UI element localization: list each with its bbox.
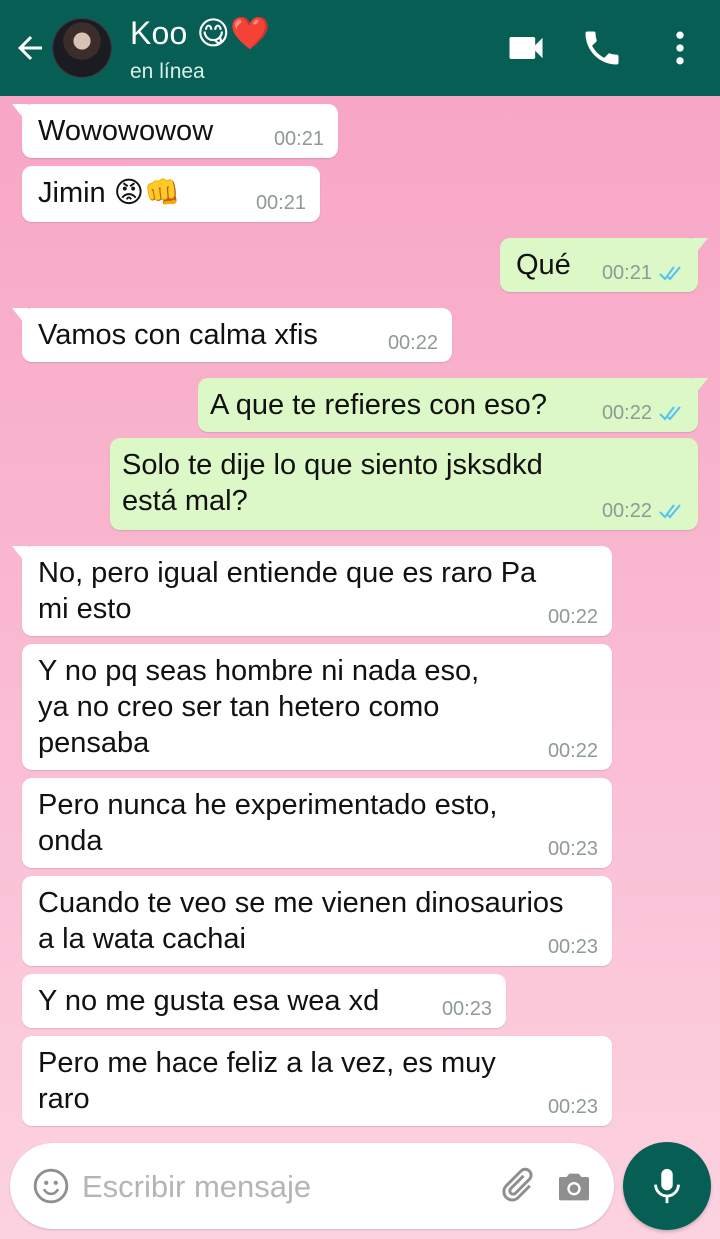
message-bubble-incoming[interactable]: Y no me gusta esa wea xd 00:23 xyxy=(22,974,506,1028)
message-bubble-incoming[interactable]: Jimin 😡👊 00:21 xyxy=(22,166,320,222)
message-time: 00:22 xyxy=(547,606,598,628)
message-text: Y no me gusta esa wea xd xyxy=(38,985,380,1017)
message-input[interactable]: Escribir mensaje xyxy=(82,1169,311,1205)
message-time: 00:21 xyxy=(273,128,324,150)
emoji-icon[interactable] xyxy=(32,1167,70,1205)
back-arrow-icon[interactable] xyxy=(12,30,48,66)
read-ticks-icon xyxy=(659,266,681,281)
message-time: 00:23 xyxy=(547,838,598,860)
attach-icon[interactable] xyxy=(496,1165,536,1205)
message-time: 00:21 xyxy=(255,192,306,214)
message-time: 00:22 xyxy=(387,332,438,354)
message-composer[interactable]: Escribir mensaje xyxy=(10,1143,614,1229)
message-time: 00:23 xyxy=(441,998,492,1020)
read-ticks-icon xyxy=(659,406,681,421)
avatar[interactable] xyxy=(52,18,112,78)
message-bubble-outgoing[interactable]: Qué 00:21 xyxy=(500,238,708,292)
more-options-icon[interactable] xyxy=(658,26,702,70)
message-text: Y no pq seas hombre ni nada eso, ya no c… xyxy=(38,655,480,759)
message-time: 00:23 xyxy=(547,936,598,958)
message-text: Vamos con calma xfis xyxy=(38,319,318,351)
message-bubble-incoming[interactable]: Pero me hace feliz a la vez, es muy raro… xyxy=(22,1036,612,1126)
phone-call-icon[interactable] xyxy=(580,26,624,70)
message-bubble-incoming[interactable]: No, pero igual entiende que es raro Pa m… xyxy=(12,546,612,636)
message-text: Pero me hace feliz a la vez, es muy raro xyxy=(38,1047,496,1115)
message-bubble-incoming[interactable]: Y no pq seas hombre ni nada eso, ya no c… xyxy=(22,644,612,770)
message-text: Cuando te veo se me vienen dinosaurios a… xyxy=(38,887,564,955)
message-bubble-outgoing[interactable]: A que te refieres con eso? 00:22 xyxy=(198,378,708,432)
message-text: Qué xyxy=(516,249,571,281)
read-ticks-icon xyxy=(659,504,681,519)
message-text: Jimin 😡👊 xyxy=(38,177,181,209)
message-text: A que te refieres con eso? xyxy=(210,389,547,421)
message-time: 00:22 xyxy=(547,740,598,762)
message-text: No, pero igual entiende que es raro Pa m… xyxy=(38,557,537,625)
message-text: Solo te dije lo que siento jsksdkd está … xyxy=(122,449,543,517)
message-text: Wowowowow xyxy=(38,115,214,147)
contact-name[interactable]: Koo 😋❤️ xyxy=(130,14,270,52)
message-time: 00:23 xyxy=(547,1096,598,1118)
message-time: 00:21 xyxy=(602,262,684,284)
microphone-icon xyxy=(654,1168,680,1204)
message-bubble-incoming[interactable]: Pero nunca he experimentado esto, onda 0… xyxy=(22,778,612,868)
message-text: Pero nunca he experimentado esto, onda xyxy=(38,789,498,857)
message-time: 00:22 xyxy=(602,402,684,424)
message-bubble-outgoing[interactable]: Solo te dije lo que siento jsksdkd está … xyxy=(110,438,698,530)
message-bubble-incoming[interactable]: Vamos con calma xfis 00:22 xyxy=(12,308,452,362)
contact-status: en línea xyxy=(130,60,205,83)
chat-header: Koo 😋❤️ en línea xyxy=(0,0,720,96)
camera-icon[interactable] xyxy=(554,1167,594,1205)
video-call-icon[interactable] xyxy=(504,26,548,70)
microphone-button[interactable] xyxy=(623,1142,711,1230)
message-time: 00:22 xyxy=(602,500,684,522)
message-bubble-incoming[interactable]: Wowowowow 00:21 xyxy=(12,104,338,158)
message-bubble-incoming[interactable]: Cuando te veo se me vienen dinosaurios a… xyxy=(22,876,612,966)
